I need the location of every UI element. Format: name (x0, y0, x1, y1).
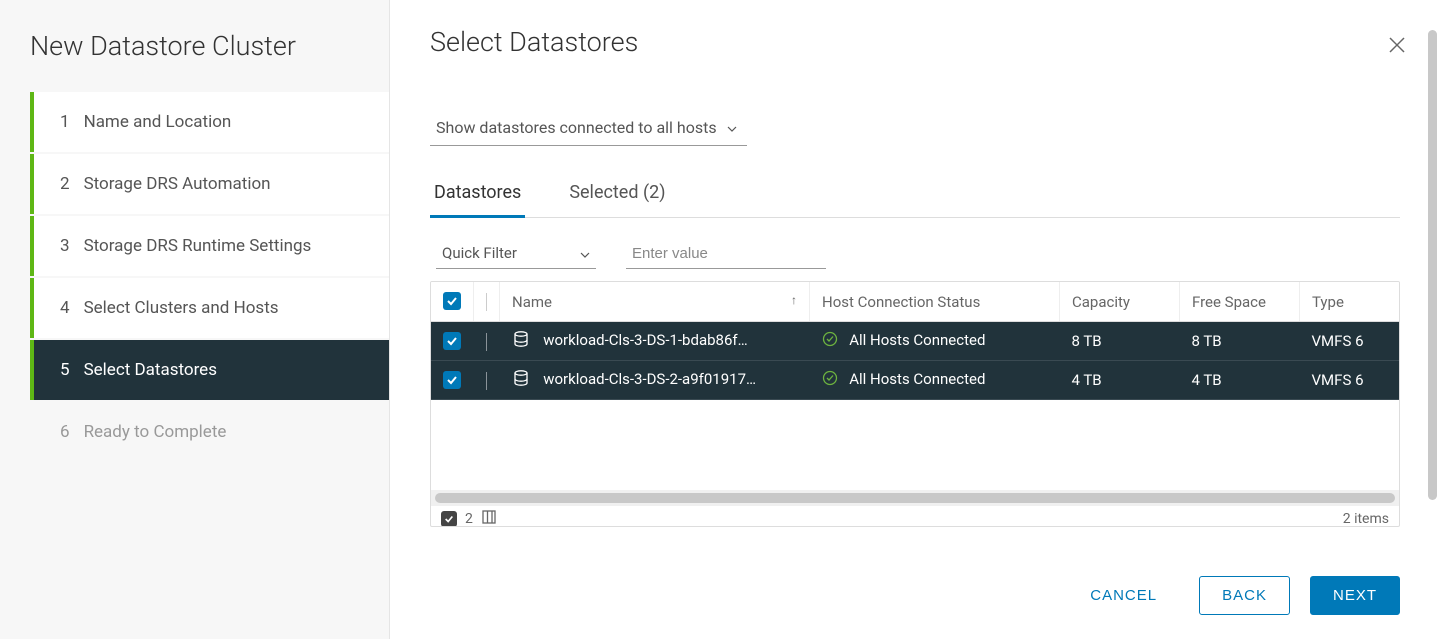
datastore-icon (512, 369, 530, 391)
column-header-host-status[interactable]: Host Connection Status (810, 282, 1060, 322)
row-checkbox[interactable] (443, 371, 461, 389)
status-ok-icon (822, 331, 838, 351)
column-label: Free Space (1192, 293, 1266, 311)
step-number: 1 (60, 112, 70, 132)
host-status: All Hosts Connected (849, 370, 985, 388)
step-label: Ready to Complete (84, 422, 227, 442)
tabs: Datastores Selected (2) (430, 174, 1400, 218)
datastores-table: Name ↑ Host Connection Status Capacity F… (430, 281, 1400, 527)
tab-selected[interactable]: Selected (2) (565, 174, 669, 218)
table-row[interactable]: workload-Cls-3-DS-2-a9f01917… All Hosts … (431, 361, 1399, 400)
scrollbar-thumb[interactable] (435, 493, 1395, 503)
status-ok-icon (822, 370, 838, 390)
chevron-down-icon (580, 244, 590, 262)
step-select-datastores[interactable]: 5 Select Datastores (30, 340, 389, 400)
wizard-sidebar: New Datastore Cluster 1 Name and Locatio… (0, 0, 390, 639)
column-divider (486, 372, 487, 390)
free-space-value: 8 TB (1180, 322, 1300, 361)
free-space-value: 4 TB (1180, 361, 1300, 400)
step-label: Storage DRS Runtime Settings (84, 236, 312, 256)
column-label: Capacity (1072, 293, 1130, 311)
column-label: Name (512, 293, 552, 311)
tab-datastores[interactable]: Datastores (430, 174, 525, 218)
sort-ascending-icon: ↑ (791, 293, 797, 307)
type-value: VMFS 6 (1300, 322, 1400, 361)
step-storage-drs-runtime[interactable]: 3 Storage DRS Runtime Settings (30, 216, 389, 276)
selection-indicator-icon (441, 511, 457, 526)
vertical-scrollbar[interactable] (1428, 30, 1437, 500)
column-label: Host Connection Status (822, 293, 980, 311)
step-number: 6 (60, 422, 70, 442)
capacity-value: 4 TB (1060, 361, 1180, 400)
wizard-steps: 1 Name and Location 2 Storage DRS Automa… (0, 92, 389, 462)
step-label: Storage DRS Automation (84, 174, 271, 194)
datastore-name: workload-Cls-3-DS-2-a9f01917… (543, 370, 756, 388)
type-value: VMFS 6 (1300, 361, 1400, 400)
column-header-capacity[interactable]: Capacity (1060, 282, 1180, 322)
column-divider (486, 333, 487, 351)
connection-filter-dropdown[interactable]: Show datastores connected to all hosts (430, 114, 747, 146)
step-name-and-location[interactable]: 1 Name and Location (30, 92, 389, 152)
filter-value-input[interactable] (626, 241, 826, 269)
row-checkbox[interactable] (443, 332, 461, 350)
step-label: Name and Location (84, 112, 232, 132)
back-button[interactable]: BACK (1199, 576, 1290, 615)
column-label: Type (1312, 293, 1344, 311)
close-button[interactable] (1388, 34, 1406, 60)
step-number: 3 (60, 236, 70, 256)
step-label: Select Clusters and Hosts (84, 298, 279, 318)
datastore-name: workload-Cls-3-DS-1-bdab86f… (543, 331, 747, 349)
step-number: 4 (60, 298, 70, 318)
next-button[interactable]: NEXT (1310, 576, 1400, 615)
column-picker-icon[interactable] (481, 509, 497, 526)
step-storage-drs-automation[interactable]: 2 Storage DRS Automation (30, 154, 389, 214)
step-ready-to-complete: 6 Ready to Complete (30, 402, 389, 462)
cancel-button[interactable]: CANCEL (1068, 577, 1179, 614)
capacity-value: 8 TB (1060, 322, 1180, 361)
quick-filter-label: Quick Filter (442, 244, 517, 262)
tab-label: Datastores (434, 182, 521, 203)
close-icon (1388, 36, 1406, 54)
quick-filter-dropdown[interactable]: Quick Filter (436, 240, 596, 269)
table-row[interactable]: workload-Cls-3-DS-1-bdab86f… All Hosts C… (431, 322, 1399, 361)
column-divider (486, 293, 487, 311)
wizard-title: New Datastore Cluster (0, 30, 389, 92)
wizard-main: Select Datastores Show datastores connec… (390, 0, 1440, 639)
horizontal-scrollbar[interactable] (431, 490, 1399, 506)
connection-filter-label: Show datastores connected to all hosts (436, 118, 717, 137)
tab-label: Selected (2) (569, 182, 665, 203)
step-select-clusters-hosts[interactable]: 4 Select Clusters and Hosts (30, 278, 389, 338)
host-status: All Hosts Connected (849, 331, 985, 349)
select-all-checkbox[interactable] (443, 292, 461, 310)
chevron-down-icon (727, 121, 737, 135)
column-header-type[interactable]: Type (1300, 282, 1400, 322)
column-header-name[interactable]: Name ↑ (500, 282, 810, 322)
datastore-icon (512, 330, 530, 352)
column-header-free-space[interactable]: Free Space (1180, 282, 1300, 322)
table-empty-area (431, 400, 1399, 490)
wizard-footer: CANCEL BACK NEXT (1068, 576, 1400, 615)
step-label: Select Datastores (84, 360, 217, 380)
items-count: 2 items (1343, 511, 1389, 526)
step-number: 2 (60, 174, 70, 194)
page-title: Select Datastores (430, 26, 1400, 58)
selection-count: 2 (465, 511, 473, 526)
step-number: 5 (60, 360, 70, 380)
